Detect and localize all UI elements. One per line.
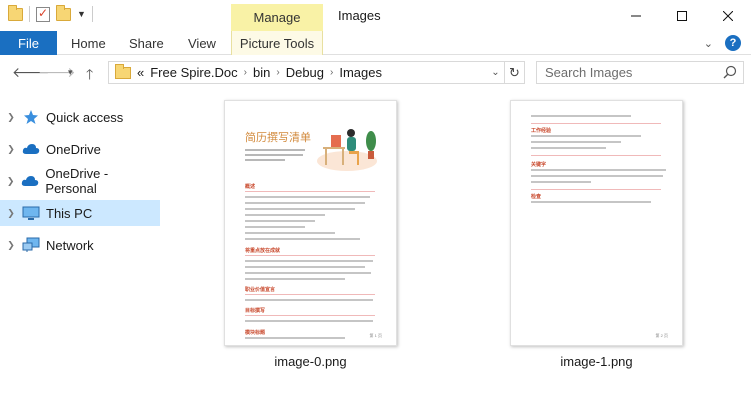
address-dropdown-icon[interactable]: ⌄ <box>486 62 504 83</box>
image-thumbnail[interactable]: 简历撰写清单 概述 将重点放在成就 职业价值宣言 目标撰写 模块标题 第 1 页 <box>224 100 397 346</box>
minimize-button[interactable] <box>613 0 659 31</box>
expand-ribbon-icon[interactable]: ⌄ <box>704 37 713 50</box>
search-input[interactable] <box>537 65 717 80</box>
address-row: 🡐 🡒 ▾ 🡑 « Free Spire.Doc › bin › Debug ›… <box>0 56 751 89</box>
maximize-icon <box>677 10 687 21</box>
file-tab[interactable]: File <box>0 31 57 55</box>
breadcrumb-item[interactable]: bin <box>253 65 270 80</box>
file-name[interactable]: image-0.png <box>224 354 397 369</box>
breadcrumb-overflow[interactable]: « <box>137 65 144 80</box>
breadcrumb-item[interactable]: Debug <box>286 65 324 80</box>
nav-item-label: Network <box>46 237 94 253</box>
title-bar: ▼ Manage Images <box>0 0 751 31</box>
doc-title: 简历撰写清单 <box>245 131 311 144</box>
file-tile[interactable]: 工作经验 关键字 检查 第 2 页 image-1.png <box>510 100 690 369</box>
refresh-icon[interactable]: ↻ <box>504 62 524 83</box>
divider <box>29 6 30 22</box>
breadcrumb-item[interactable]: Free Spire.Doc <box>150 65 237 80</box>
help-icon[interactable]: ? <box>725 35 741 51</box>
nav-item-onedrive[interactable]: ❯ OneDrive <box>0 136 160 162</box>
file-name[interactable]: image-1.png <box>510 354 683 369</box>
divider <box>91 6 93 22</box>
address-bar[interactable]: « Free Spire.Doc › bin › Debug › Images … <box>108 61 525 84</box>
window-title: Images <box>338 8 381 23</box>
properties-icon[interactable] <box>36 6 50 22</box>
customize-toolbar-dropdown-icon[interactable]: ▼ <box>77 9 86 19</box>
manage-contextual-tab[interactable]: Manage <box>231 4 323 31</box>
navigation-pane: ❯ Quick access ❯ OneDrive ❯ OneDrive - P… <box>0 100 160 400</box>
window-controls <box>613 0 751 31</box>
file-list: 简历撰写清单 概述 将重点放在成就 职业价值宣言 目标撰写 模块标题 第 1 页… <box>170 93 751 401</box>
page-number: 第 1 页 <box>369 333 382 338</box>
new-folder-icon[interactable] <box>56 4 71 21</box>
folder-icon <box>115 63 131 79</box>
nav-item-quick-access[interactable]: ❯ Quick access <box>0 104 160 130</box>
cloud-icon <box>22 141 40 157</box>
monitor-icon <box>22 205 40 221</box>
quick-access-toolbar: ▼ <box>8 4 93 22</box>
chevron-right-icon[interactable]: › <box>330 67 333 78</box>
chevron-right-icon[interactable]: ❯ <box>0 208 22 219</box>
maximize-button[interactable] <box>659 0 705 31</box>
nav-item-this-pc[interactable]: ❯ This PC <box>0 200 160 226</box>
chevron-right-icon[interactable]: ❯ <box>0 112 22 123</box>
nav-item-label: This PC <box>46 205 93 221</box>
nav-item-onedrive-personal[interactable]: ❯ OneDrive - Personal <box>0 166 160 196</box>
tab-picture-tools[interactable]: Picture Tools <box>231 31 323 55</box>
chevron-right-icon[interactable]: ❯ <box>0 176 21 187</box>
chevron-right-icon[interactable]: › <box>276 67 279 78</box>
file-tile[interactable]: 简历撰写清单 概述 将重点放在成就 职业价值宣言 目标撰写 模块标题 第 1 页… <box>224 100 404 369</box>
tab-home[interactable]: Home <box>71 36 106 51</box>
chevron-right-icon[interactable]: › <box>244 67 247 78</box>
nav-item-label: OneDrive - Personal <box>45 166 109 196</box>
nav-item-network[interactable]: ❯ Network <box>0 232 160 258</box>
star-icon <box>22 109 40 125</box>
search-box[interactable] <box>536 61 744 84</box>
breadcrumb: « Free Spire.Doc › bin › Debug › Images <box>137 65 382 80</box>
nav-item-label: Quick access <box>46 109 124 125</box>
close-icon <box>723 10 733 21</box>
folder-icon[interactable] <box>8 4 23 21</box>
breadcrumb-item[interactable]: Images <box>339 65 382 80</box>
minimize-icon <box>631 15 641 16</box>
page-number: 第 2 页 <box>655 333 668 338</box>
ribbon-tabs: File Home Share View Picture Tools ⌄ ? <box>0 31 751 55</box>
image-thumbnail[interactable]: 工作经验 关键字 检查 第 2 页 <box>510 100 683 346</box>
chevron-right-icon[interactable]: ❯ <box>0 144 22 155</box>
chevron-right-icon[interactable]: ❯ <box>0 240 22 251</box>
illustration <box>317 129 377 171</box>
close-button[interactable] <box>705 0 751 31</box>
up-arrow-icon[interactable]: 🡑 <box>86 64 93 88</box>
nav-item-label: OneDrive <box>46 141 101 157</box>
tab-share[interactable]: Share <box>129 36 164 51</box>
recent-locations-chevron-icon[interactable]: ▾ <box>68 67 73 78</box>
network-icon <box>22 237 40 253</box>
cloud-icon <box>21 173 39 189</box>
tab-view[interactable]: View <box>188 36 216 51</box>
search-icon[interactable] <box>723 65 737 79</box>
